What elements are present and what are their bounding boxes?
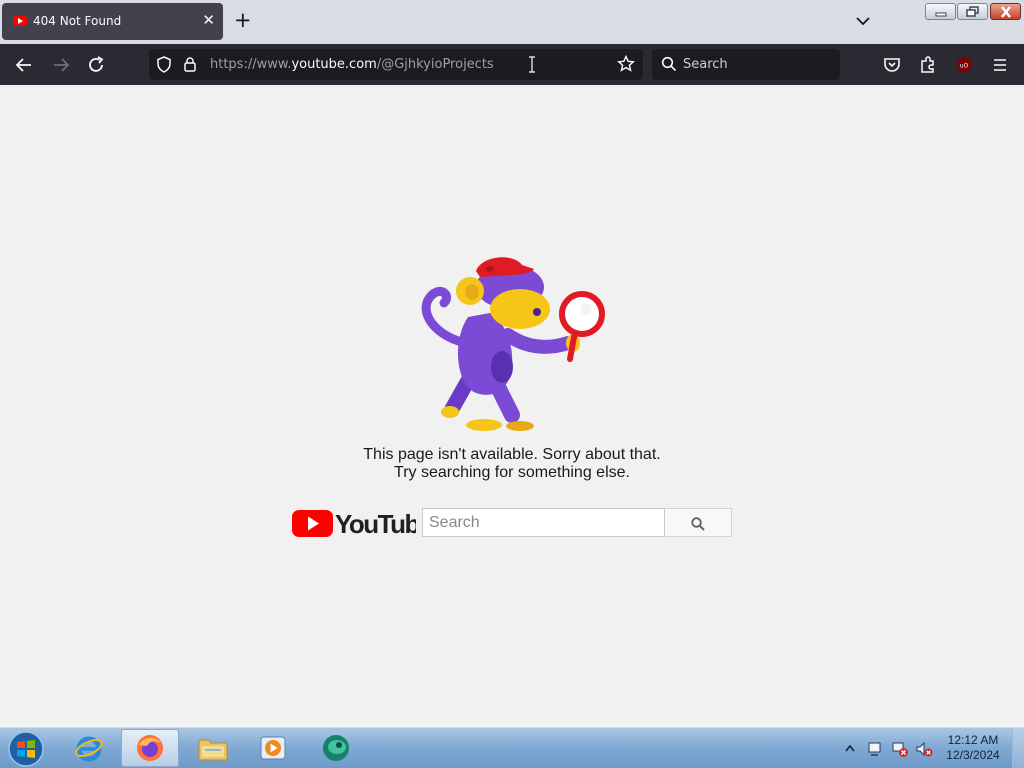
reload-icon[interactable] [84,53,108,77]
start-button-icon[interactable] [6,730,46,768]
close-window-button[interactable] [990,3,1021,20]
navigation-toolbar: https://www.youtube.com/@GjhkyioProjects… [0,44,1024,85]
tab-close-icon[interactable]: ✕ [202,13,215,28]
youtube-search-placeholder: Search [429,514,480,531]
windows-taskbar: 12:12 AM 12/3/2024 [0,727,1024,768]
taskbar-media-player[interactable] [244,729,302,767]
extensions-puzzle-icon[interactable] [916,53,940,77]
tracking-protection-shield-icon[interactable] [156,56,172,73]
tab-title: 404 Not Found [33,14,122,28]
browser-search-placeholder: Search [683,57,728,72]
minimize-button[interactable] [925,3,956,20]
new-tab-button[interactable]: + [234,9,252,31]
lock-icon[interactable] [183,56,197,73]
forward-icon[interactable] [49,53,73,77]
taskbar-app[interactable] [307,729,365,767]
system-clock[interactable]: 12:12 AM 12/3/2024 [940,733,1006,763]
monkey-illustration [421,257,605,431]
back-icon[interactable] [12,53,36,77]
firefox-icon [137,735,163,761]
search-icon [661,56,677,72]
ublock-origin-icon[interactable]: uO [952,53,976,77]
list-all-tabs-icon[interactable] [855,13,871,29]
error-message-line2: Try searching for something else. [394,464,630,481]
tab-active[interactable]: 404 Not Found ✕ [2,3,223,40]
file-explorer-icon [198,739,228,761]
restore-button[interactable] [957,3,988,20]
youtube-logo-text: YouTube [335,509,416,538]
taskbar-firefox[interactable] [121,729,179,767]
show-desktop-button[interactable] [1012,728,1024,768]
hamburger-menu-icon[interactable] [988,53,1012,77]
pocket-icon[interactable] [880,53,904,77]
app-icon [323,735,349,761]
youtube-favicon-icon [13,16,27,26]
internet-explorer-icon [75,736,103,762]
error-message-line1: This page isn't available. Sorry about t… [363,446,661,463]
text-cursor-icon [529,56,535,73]
search-icon [691,517,705,531]
youtube-logo[interactable]: YouTube [292,508,416,538]
volume-muted-icon[interactable] [915,740,933,758]
clock-time: 12:12 AM [947,733,999,747]
url-prefix: https://www. [210,57,292,72]
svg-text:uO: uO [960,63,969,70]
media-player-icon [260,736,286,760]
clock-date: 12/3/2024 [946,748,1000,762]
browser-search-bar[interactable]: Search [652,49,840,80]
show-hidden-icons-icon[interactable] [844,743,856,753]
taskbar-file-explorer[interactable] [184,729,242,767]
youtube-search-button[interactable] [665,508,732,537]
tab-strip: 404 Not Found ✕ + [0,0,1024,44]
action-center-flag-icon[interactable] [866,740,884,758]
youtube-search-input[interactable]: Search [422,508,665,537]
taskbar-internet-explorer[interactable] [60,729,118,767]
page-content: This page isn't available. Sorry about t… [0,85,1024,727]
network-disconnected-icon[interactable] [891,740,909,758]
bookmark-star-icon[interactable] [617,55,635,73]
url-domain: youtube.com [291,57,377,72]
url-path: /@GjhkyioProjects [376,57,494,72]
url-bar[interactable]: https://www.youtube.com/@GjhkyioProjects [149,49,643,80]
url-text[interactable]: https://www.youtube.com/@GjhkyioProjects [210,57,494,72]
